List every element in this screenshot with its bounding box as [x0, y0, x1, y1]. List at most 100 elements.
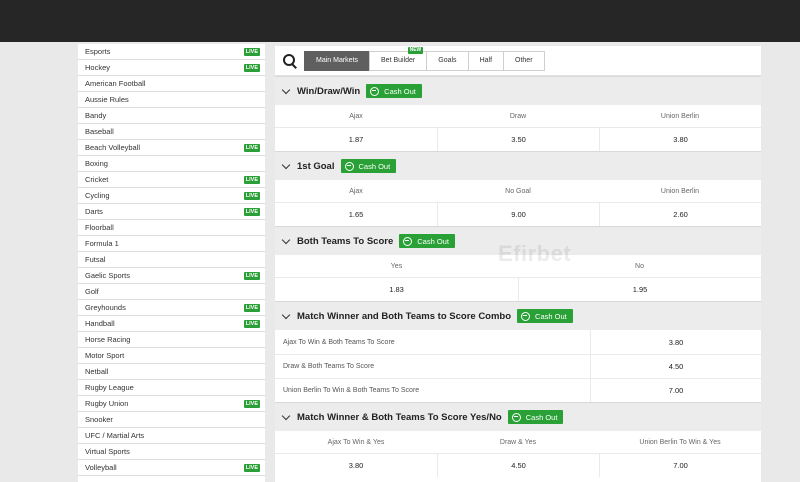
odds-row: 3.80 4.50 7.00: [275, 453, 761, 477]
sidebar-item-label: Greyhounds: [85, 303, 126, 312]
odds-button[interactable]: 3.80: [275, 453, 437, 477]
tab-label: Half: [479, 57, 493, 64]
market-header-match-winner-btts-yes-no[interactable]: Match Winner & Both Teams To Score Yes/N…: [275, 402, 761, 431]
tab-main-markets[interactable]: Main Markets: [304, 50, 371, 71]
tab-bet-builder[interactable]: Bet Builder NEW: [369, 46, 428, 71]
outcome-label: Yes: [390, 262, 403, 270]
sidebar-item-virtual-sports[interactable]: Virtual Sports: [78, 444, 265, 460]
sidebar-item-cycling[interactable]: Cycling LIVE: [78, 188, 265, 204]
market-title: Match Winner & Both Teams To Score Yes/N…: [297, 411, 502, 423]
odds-button[interactable]: 9.00: [437, 202, 599, 226]
watermark: Efirbet: [498, 241, 572, 266]
cash-out-badge: Cash Out: [399, 234, 455, 248]
odds-button[interactable]: 1.83: [275, 277, 518, 301]
sidebar-item-floorball[interactable]: Floorball: [78, 220, 265, 236]
sidebar-item-esports[interactable]: Esports LIVE: [78, 44, 265, 60]
tab-label: Main Markets: [316, 57, 359, 64]
sidebar-item-snooker[interactable]: Snooker: [78, 412, 265, 428]
cash-out-label: Cash Out: [535, 311, 567, 321]
market-header-1st-goal[interactable]: 1st Goal Cash Out: [275, 151, 761, 180]
cash-out-label: Cash Out: [417, 236, 449, 246]
cash-out-label: Cash Out: [525, 412, 558, 422]
tab-label: Goals: [438, 57, 457, 64]
live-badge: LIVE: [243, 463, 260, 472]
odds-button[interactable]: 7.00: [599, 453, 761, 477]
sidebar-item-cricket[interactable]: Cricket LIVE: [78, 172, 265, 188]
sidebar-item-ufc-martial-arts[interactable]: UFC / Martial Arts: [78, 428, 265, 444]
live-badge: LIVE: [243, 303, 260, 312]
odds-button[interactable]: 1.95: [518, 277, 761, 301]
sidebar-item-motor-sport[interactable]: Motor Sport: [78, 348, 265, 364]
outcome-labels: Ajax To Win & Yes Draw & Yes Union Berli…: [275, 431, 761, 453]
odds-button[interactable]: 7.00: [591, 379, 761, 402]
combo-row: Union Berlin To Win & Both Teams To Scor…: [275, 378, 761, 402]
market-title: Win/Draw/Win: [297, 85, 361, 97]
search-icon[interactable]: [281, 52, 299, 70]
sidebar-item-label: Volleyball: [85, 463, 117, 472]
sidebar-item-label: Floorball: [85, 223, 114, 232]
sidebar-item-label: American Football: [85, 79, 146, 88]
sidebar-item-label: Motor Sport: [85, 351, 125, 360]
tab-half[interactable]: Half: [467, 50, 505, 71]
sidebar-item-boxing[interactable]: Boxing: [78, 156, 265, 172]
sidebar-item-label: Futsal: [85, 255, 106, 264]
outcome-label: Union Berlin: [660, 187, 700, 195]
tab-goals[interactable]: Goals: [426, 50, 469, 71]
sidebar-item-futsal[interactable]: Futsal: [78, 252, 265, 268]
combo-label: Ajax To Win & Both Teams To Score: [275, 330, 591, 354]
odds-button[interactable]: 3.80: [591, 330, 761, 354]
sidebar-item-beach-volleyball[interactable]: Beach Volleyball LIVE: [78, 140, 265, 156]
odds-button[interactable]: 2.60: [599, 202, 761, 226]
odds-button[interactable]: 4.50: [591, 355, 761, 378]
outcome-label: No Goal: [505, 187, 531, 195]
sidebar-item-label: Boxing: [85, 159, 108, 168]
chevron-down-icon: [281, 411, 291, 420]
tab-label: Bet Builder: [381, 57, 416, 64]
sidebar-item-netball[interactable]: Netball: [78, 364, 265, 380]
sidebar-item-label: Golf: [85, 287, 99, 296]
market-header-win-draw-win[interactable]: Win/Draw/Win Cash Out: [275, 76, 761, 105]
odds-button[interactable]: 1.65: [275, 202, 437, 226]
odds-button[interactable]: 4.50: [437, 453, 599, 477]
sidebar-item-golf[interactable]: Golf: [78, 284, 265, 300]
sidebar-item-label: UFC / Martial Arts: [85, 431, 145, 440]
sidebar-item-darts[interactable]: Darts LIVE: [78, 204, 265, 220]
sidebar-item-handball[interactable]: Handball LIVE: [78, 316, 265, 332]
sidebar-item-label: Esports: [85, 47, 111, 56]
sidebar-item-gaelic-sports[interactable]: Gaelic Sports LIVE: [78, 268, 265, 284]
sidebar-item-american-football[interactable]: American Football: [78, 76, 265, 92]
sidebar-item-greyhounds[interactable]: Greyhounds LIVE: [78, 300, 265, 316]
outcome-label: Union Berlin: [660, 112, 700, 120]
sidebar-item-horse-racing[interactable]: Horse Racing: [78, 332, 265, 348]
market-title: Both Teams To Score: [297, 235, 394, 247]
live-badge: LIVE: [243, 319, 260, 328]
sidebar-item-label: Handball: [85, 319, 115, 328]
sports-sidebar: Esports LIVE Hockey LIVE American Football…: [78, 44, 265, 482]
combo-row: Ajax To Win & Both Teams To Score 3.80: [275, 330, 761, 354]
sidebar-item-rugby-league[interactable]: Rugby League: [78, 380, 265, 396]
combo-row: Draw & Both Teams To Score 4.50: [275, 354, 761, 378]
sidebar-item-formula-1[interactable]: Formula 1: [78, 236, 265, 252]
sidebar-item-rugby-union[interactable]: Rugby Union LIVE: [78, 396, 265, 412]
sidebar-item-aussie-rules[interactable]: Aussie Rules: [78, 92, 265, 108]
odds-button[interactable]: 3.80: [599, 127, 761, 151]
live-badge: LIVE: [243, 175, 260, 184]
sidebar-item-label: Formula 1: [85, 239, 119, 248]
sidebar-item-baseball[interactable]: Baseball: [78, 124, 265, 140]
combo-list: Ajax To Win & Both Teams To Score 3.80 D…: [275, 330, 761, 402]
live-badge: LIVE: [243, 63, 260, 72]
top-bar: [0, 0, 800, 42]
sidebar-item-label: Darts: [85, 207, 103, 216]
sidebar-item-bandy[interactable]: Bandy: [78, 108, 265, 124]
cash-out-badge: Cash Out: [340, 159, 397, 173]
chevron-down-icon: [281, 85, 291, 94]
market-header-match-winner-btts-combo[interactable]: Match Winner and Both Teams to Score Com…: [275, 301, 761, 330]
outcome-label: Union Berlin To Win & Yes: [639, 438, 721, 446]
sidebar-item-hockey[interactable]: Hockey LIVE: [78, 60, 265, 76]
tab-other[interactable]: Other: [503, 50, 545, 71]
sidebar-item-volleyball[interactable]: Volleyball LIVE: [78, 460, 265, 476]
odds-button[interactable]: 3.50: [437, 127, 599, 151]
sidebar-item-label: Baseball: [85, 127, 114, 136]
odds-button[interactable]: 1.87: [275, 127, 437, 151]
live-badge: LIVE: [243, 191, 260, 200]
